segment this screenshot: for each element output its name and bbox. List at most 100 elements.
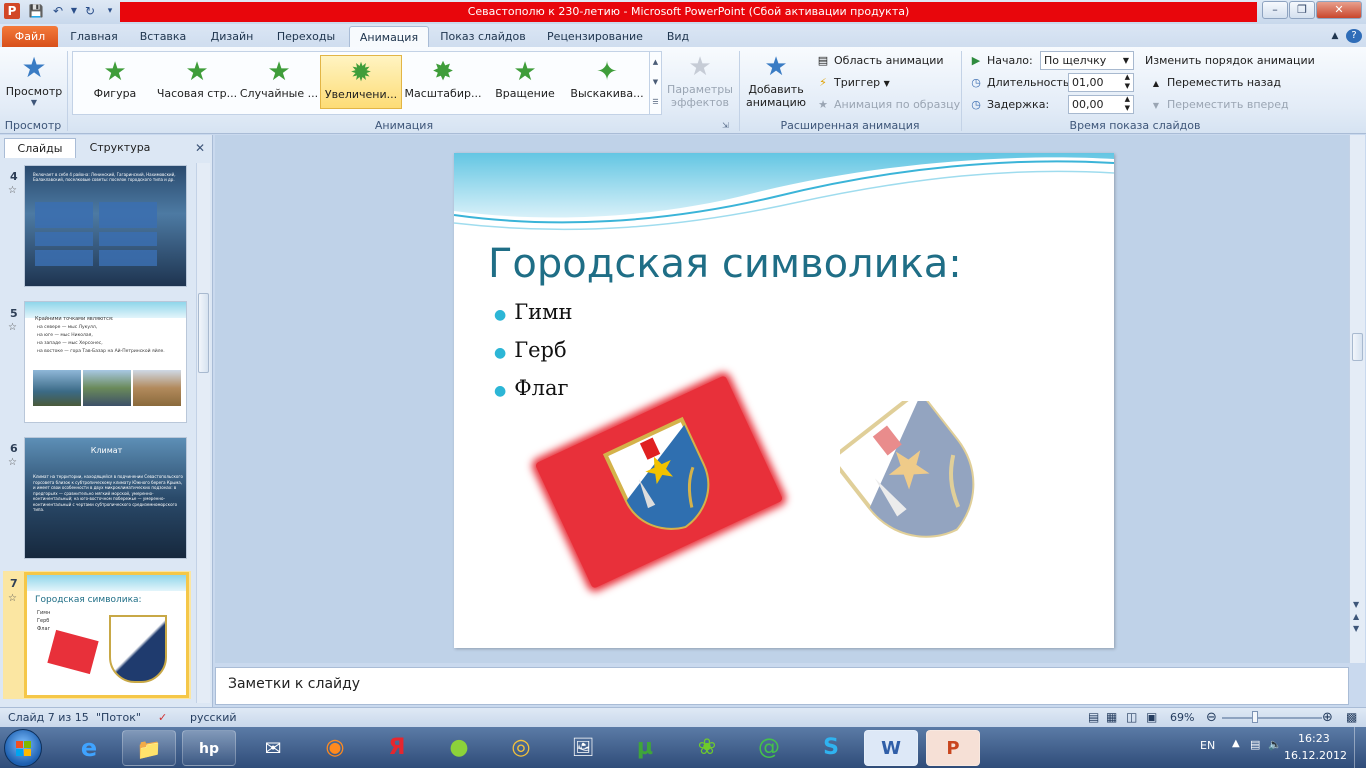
- panel-scroll-thumb[interactable]: [198, 293, 209, 373]
- notes-pane[interactable]: Заметки к слайду: [215, 667, 1349, 705]
- slide-thumbnail-4[interactable]: Включает в себя 4 района: Ленинский, Гаг…: [24, 165, 187, 287]
- undo-dropdown-icon[interactable]: ▼: [66, 3, 82, 19]
- tab-outline[interactable]: Структура: [80, 138, 160, 158]
- slide-thumbnail-5[interactable]: Крайними точками являются: на севере — м…: [24, 301, 187, 423]
- clock-date[interactable]: 16.12.2012: [1284, 749, 1347, 762]
- tab-insert[interactable]: Вставка: [132, 26, 194, 47]
- add-animation-button[interactable]: ★ Добавить анимацию: [742, 51, 810, 115]
- spinner-icon[interactable]: ▲ ▼: [1125, 73, 1130, 91]
- powerpoint-taskbar-icon[interactable]: P: [926, 730, 980, 766]
- sevastopol-coat-of-arms-image[interactable]: [840, 401, 990, 551]
- close-panel-icon[interactable]: ✕: [195, 141, 205, 155]
- mail-icon[interactable]: ✉: [246, 730, 300, 766]
- minimize-ribbon-icon[interactable]: ▲: [1328, 26, 1342, 47]
- page-nav-icon[interactable]: ▼ ▲ ▼: [1353, 599, 1359, 635]
- internet-explorer-icon[interactable]: e: [62, 730, 116, 766]
- editor-scroll-thumb[interactable]: [1352, 333, 1363, 361]
- slideshow-icon[interactable]: ▣: [1146, 708, 1157, 727]
- show-desktop-button[interactable]: [1354, 727, 1366, 768]
- move-earlier-button[interactable]: ▲ Переместить назад: [1148, 74, 1281, 92]
- yandex-icon[interactable]: Я: [370, 730, 424, 766]
- delay-input[interactable]: 00,00 ▲ ▼: [1068, 95, 1134, 114]
- animation-item-grow-turn[interactable]: ✹ Увеличени...: [320, 55, 402, 109]
- duration-input[interactable]: 01,00 ▲ ▼: [1068, 73, 1134, 92]
- tab-slideshow[interactable]: Показ слайдов: [436, 26, 530, 47]
- zoom-slider-thumb[interactable]: [1252, 711, 1258, 723]
- language-indicator[interactable]: русский: [190, 708, 237, 727]
- tab-home[interactable]: Главная: [64, 26, 124, 47]
- slide-canvas[interactable]: Городская символика: ● Гимн ● Герб ● Флаг: [454, 153, 1114, 648]
- editor-scrollbar[interactable]: ▼ ▲ ▼: [1349, 135, 1365, 663]
- undo-icon[interactable]: ↶: [50, 3, 66, 19]
- slide-indicator[interactable]: Слайд 7 из 15: [8, 708, 89, 727]
- aimp-icon[interactable]: ◎: [494, 730, 548, 766]
- picture-viewer-icon[interactable]: 🖼: [556, 730, 610, 766]
- animation-item-wheel[interactable]: ★ Часовая стр...: [156, 55, 238, 109]
- tab-view[interactable]: Вид: [660, 26, 696, 47]
- volume-icon[interactable]: 🔈: [1268, 738, 1282, 751]
- file-explorer-icon[interactable]: 📁: [122, 730, 176, 766]
- animation-item-swivel[interactable]: ★ Вращение: [484, 55, 566, 109]
- dialog-launcher-icon[interactable]: ⇲: [722, 121, 729, 130]
- redo-icon[interactable]: ↻: [82, 3, 98, 19]
- spinner-icon[interactable]: ▲ ▼: [1125, 95, 1130, 113]
- icq-icon[interactable]: ❀: [680, 730, 734, 766]
- animation-item-zoom[interactable]: ✸ Масштабир...: [402, 55, 484, 109]
- firefox-icon[interactable]: ◉: [308, 730, 362, 766]
- help-icon[interactable]: ?: [1346, 29, 1362, 43]
- powerpoint-logo-icon[interactable]: P: [4, 3, 20, 19]
- title-bar: P 💾 ↶ ▼ ↻ ▾ Севастополю к 230-летию - Mi…: [0, 0, 1366, 24]
- gallery-scroll[interactable]: ▲ ▼ ☰: [649, 52, 661, 114]
- animation-item-shape[interactable]: ★ Фигура: [74, 55, 156, 109]
- tab-animations[interactable]: Анимация: [349, 26, 429, 47]
- word-taskbar-icon[interactable]: W: [864, 730, 918, 766]
- slide-thumbnail-7[interactable]: Городская символика: Гимн Герб Флаг: [24, 572, 189, 698]
- clock-time[interactable]: 16:23: [1298, 732, 1330, 745]
- animation-item-bounce[interactable]: ✦ Выскакива...: [566, 55, 648, 109]
- reading-view-icon[interactable]: ◫: [1126, 708, 1137, 727]
- zoom-slider[interactable]: [1222, 717, 1322, 719]
- tab-design[interactable]: Дизайн: [200, 26, 264, 47]
- preview-button[interactable]: ★ Просмотр ▼: [4, 51, 64, 115]
- slide-thumbnail-6[interactable]: Климат Климат на территории, находящейся…: [24, 437, 187, 559]
- effect-options-label-1: Параметры: [667, 83, 733, 96]
- tray-up-arrow-icon[interactable]: ▲: [1232, 738, 1240, 749]
- spell-check-icon[interactable]: ✓: [158, 708, 167, 727]
- zoom-in-icon[interactable]: ⊕: [1322, 708, 1333, 727]
- restore-button[interactable]: ❐: [1289, 1, 1315, 19]
- network-icon[interactable]: ▤: [1250, 738, 1260, 751]
- media-app-icon[interactable]: ●: [432, 730, 486, 766]
- ribbon: ★ Просмотр ▼ Просмотр ★ Фигура ★ Часовая с…: [0, 47, 1366, 134]
- animation-painter-button[interactable]: ★ Анимация по образцу: [815, 96, 960, 114]
- input-language[interactable]: EN: [1200, 739, 1215, 752]
- tab-file[interactable]: Файл: [2, 26, 58, 47]
- close-window-button[interactable]: ✕: [1316, 1, 1362, 19]
- normal-view-icon[interactable]: ▤: [1088, 708, 1099, 727]
- utorrent-icon[interactable]: µ: [618, 730, 672, 766]
- slide-bullet-list[interactable]: ● Гимн ● Герб ● Флаг: [494, 295, 572, 409]
- start-button[interactable]: [4, 729, 42, 767]
- theme-name[interactable]: "Поток": [96, 708, 141, 727]
- tab-review[interactable]: Рецензирование: [540, 26, 650, 47]
- tab-transitions[interactable]: Переходы: [270, 26, 342, 47]
- slide-sorter-icon[interactable]: ▦: [1106, 708, 1117, 727]
- save-icon[interactable]: 💾: [28, 3, 44, 19]
- trigger-button[interactable]: ⚡ Триггер ▼: [815, 74, 890, 92]
- move-later-button[interactable]: ▼ Переместить вперед: [1148, 96, 1289, 114]
- zoom-level[interactable]: 69%: [1170, 708, 1194, 727]
- slide-title[interactable]: Городская символика:: [488, 241, 962, 287]
- panel-scrollbar[interactable]: [196, 163, 210, 703]
- customize-qat-icon[interactable]: ▾: [102, 3, 118, 19]
- fit-to-window-icon[interactable]: ▩: [1346, 708, 1357, 727]
- triangle-up-icon: ▲: [1152, 79, 1160, 88]
- skype-icon[interactable]: S: [804, 730, 858, 766]
- hp-icon[interactable]: hp: [182, 730, 236, 766]
- minimize-button[interactable]: –: [1262, 1, 1288, 19]
- animation-item-random-bars[interactable]: ★ Случайные ...: [238, 55, 320, 109]
- mail-agent-icon[interactable]: @: [742, 730, 796, 766]
- effect-options-button[interactable]: ★ Параметры эффектов: [666, 51, 734, 109]
- tab-slides[interactable]: Слайды: [4, 138, 76, 158]
- animation-pane-button[interactable]: ▤ Область анимации: [815, 52, 944, 70]
- start-select[interactable]: По щелчку ▼: [1040, 51, 1134, 70]
- zoom-out-icon[interactable]: ⊖: [1206, 708, 1217, 727]
